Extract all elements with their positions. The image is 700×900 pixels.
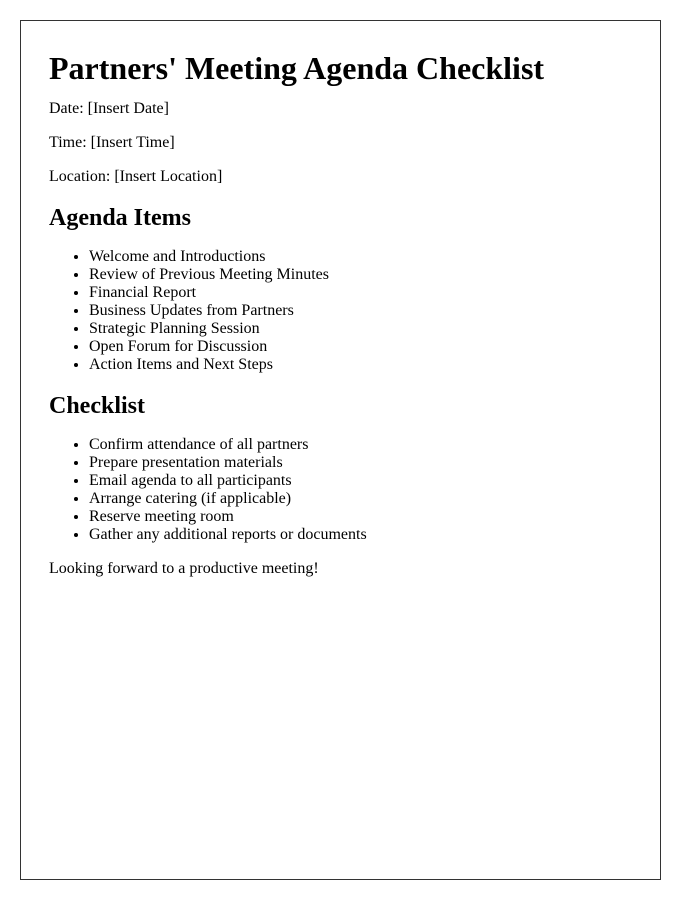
checklist-item: Prepare presentation materials (89, 454, 632, 472)
agenda-item: Strategic Planning Session (89, 320, 632, 338)
closing-line: Looking forward to a productive meeting! (49, 560, 319, 577)
checklist-item: Gather any additional reports or documen… (89, 526, 632, 544)
agenda-item: Welcome and Introductions (89, 248, 632, 266)
agenda-item: Financial Report (89, 284, 632, 302)
agenda-item: Open Forum for Discussion (89, 338, 632, 356)
agenda-item: Business Updates from Partners (89, 302, 632, 320)
location-line: Location: [Insert Location] (49, 168, 223, 185)
checklist-list: Confirm attendance of all partners Prepa… (49, 436, 632, 544)
page-title: Partners' Meeting Agenda Checklist (49, 50, 545, 86)
date-line: Date: [Insert Date] (49, 100, 169, 117)
checklist-item: Confirm attendance of all partners (89, 436, 632, 454)
agenda-heading: Agenda Items (49, 205, 191, 231)
agenda-item: Action Items and Next Steps (89, 356, 632, 374)
agenda-item: Review of Previous Meeting Minutes (89, 266, 632, 284)
time-line: Time: [Insert Time] (49, 134, 175, 151)
checklist-item: Email agenda to all participants (89, 472, 632, 490)
document-page: Partners' Meeting Agenda Checklist Date:… (20, 20, 661, 880)
checklist-item: Reserve meeting room (89, 508, 632, 526)
agenda-list: Welcome and Introductions Review of Prev… (49, 248, 632, 374)
checklist-item: Arrange catering (if applicable) (89, 490, 632, 508)
checklist-heading: Checklist (49, 393, 145, 419)
